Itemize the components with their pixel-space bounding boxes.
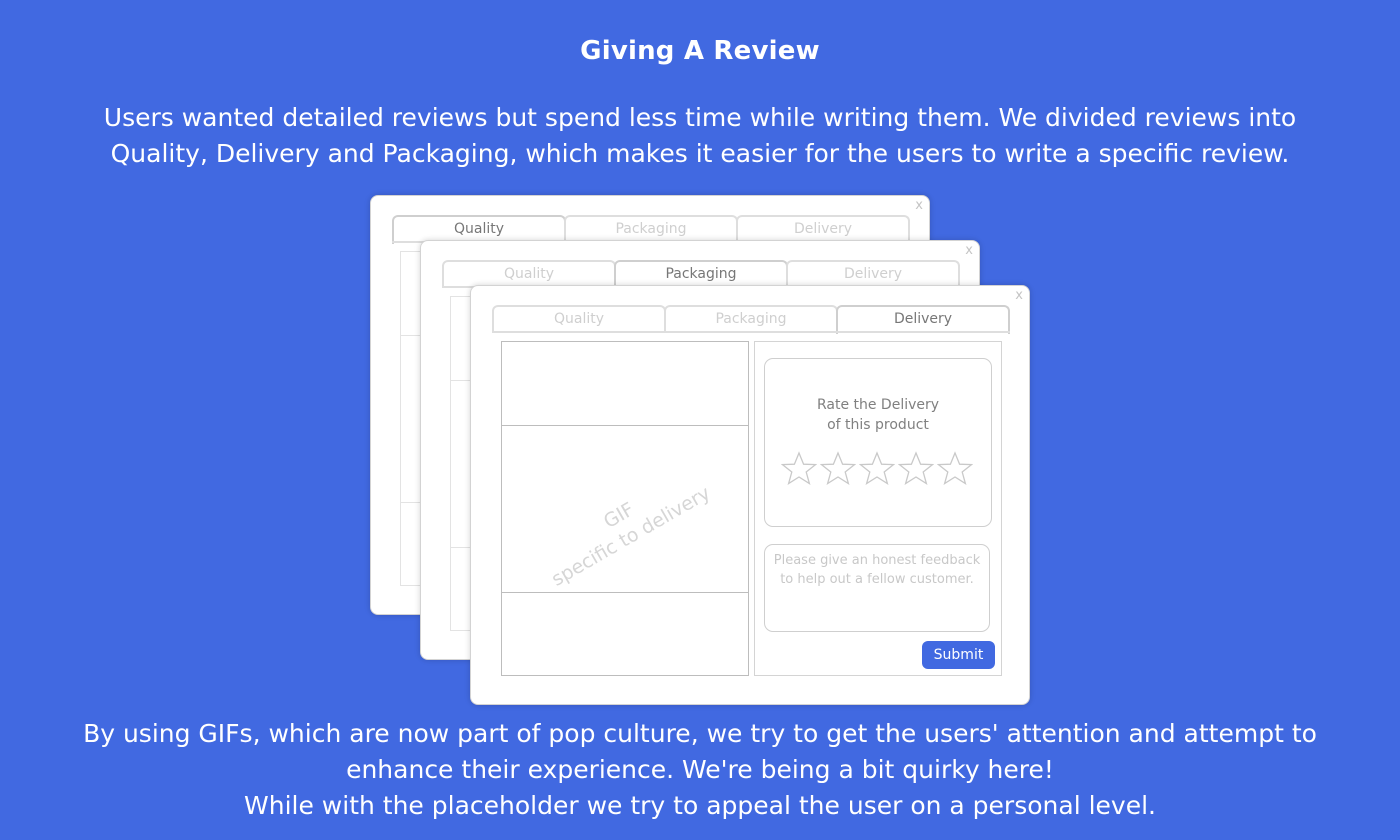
rating-card: Rate the Delivery of this product [764,358,992,527]
rating-prompt-line: of this product [827,417,929,433]
star-outline-icon[interactable] [859,451,895,487]
tab-delivery[interactable]: Delivery [836,305,1010,334]
star-outline-icon[interactable] [898,451,934,487]
feedback-placeholder-line: to help out a fellow customer. [780,572,974,587]
gif-label-line: GIF [599,498,639,533]
tab-quality[interactable]: Quality [442,260,616,287]
tab-quality[interactable]: Quality [492,305,666,332]
rating-panel: Rate the Delivery of this product Please… [754,341,1002,676]
page-title: Giving A Review [580,36,820,66]
divider [502,425,748,426]
tab-bar: Quality Packaging Delivery [392,215,910,244]
star-outline-icon[interactable] [820,451,856,487]
tab-divider [492,331,1010,333]
intro-line: Quality, Delivery and Packaging, which m… [110,139,1290,168]
star-outline-icon[interactable] [781,451,817,487]
star-rating[interactable] [781,451,981,487]
rating-prompt: Rate the Delivery of this product [765,395,991,435]
rating-prompt-line: Rate the Delivery [816,397,940,413]
outro-line: By using GIFs, which are now part of pop… [83,719,1317,748]
outro-line: While with the placeholder we try to app… [244,791,1156,820]
tab-delivery[interactable]: Delivery [736,215,910,242]
feedback-textarea[interactable]: Please give an honest feedback to help o… [764,544,990,632]
close-icon[interactable]: x [915,198,923,214]
review-window-delivery: x Quality Packaging Delivery GIF specifi… [470,285,1030,705]
tab-bar: Quality Packaging Delivery [442,260,960,289]
intro-line: Users wanted detailed reviews but spend … [103,103,1297,132]
outro-text: By using GIFs, which are now part of pop… [40,716,1360,824]
gif-placeholder-label: GIF specific to delivery [506,444,743,609]
close-icon[interactable]: x [1015,288,1023,304]
tab-packaging[interactable]: Packaging [564,215,738,242]
intro-text: Users wanted detailed reviews but spend … [60,100,1340,172]
outro-line: enhance their experience. We're being a … [346,755,1054,784]
close-icon[interactable]: x [965,243,973,259]
feedback-placeholder-line: Please give an honest feedback [773,553,981,568]
submit-button[interactable]: Submit [922,641,995,669]
tab-delivery[interactable]: Delivery [786,260,960,287]
tab-packaging[interactable]: Packaging [664,305,838,332]
tab-bar: Quality Packaging Delivery [492,305,1010,334]
gif-placeholder: GIF specific to delivery [501,341,749,676]
gif-label-line: specific to delivery [547,482,715,591]
star-outline-icon[interactable] [937,451,973,487]
